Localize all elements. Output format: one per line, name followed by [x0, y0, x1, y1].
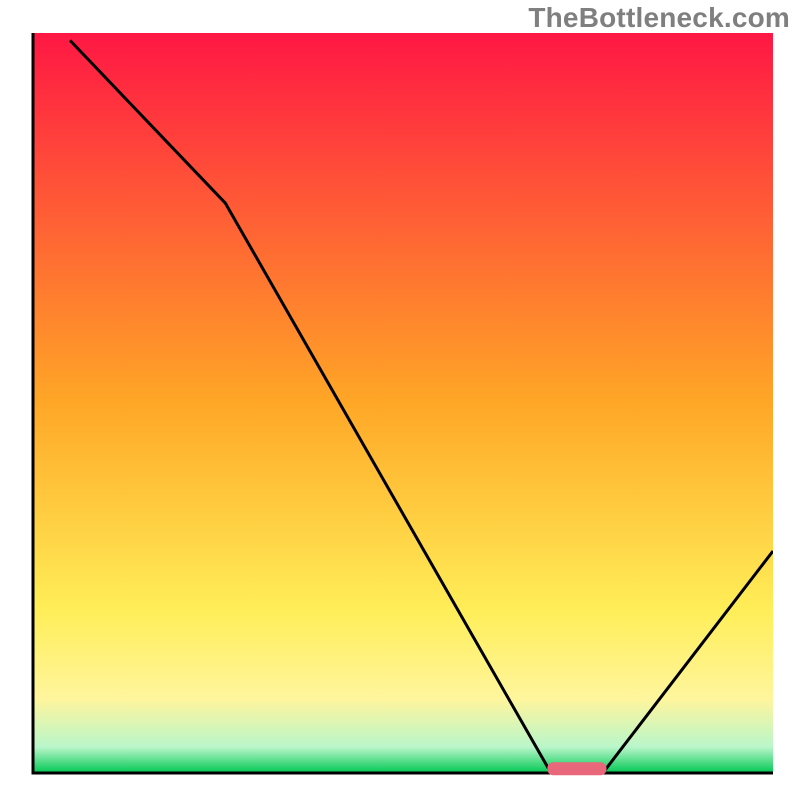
chart-stage: TheBottleneck.com [0, 0, 800, 800]
bottleneck-chart [0, 0, 800, 800]
plot-background [33, 33, 773, 773]
optimal-marker [547, 762, 606, 775]
watermark-text: TheBottleneck.com [528, 2, 790, 34]
